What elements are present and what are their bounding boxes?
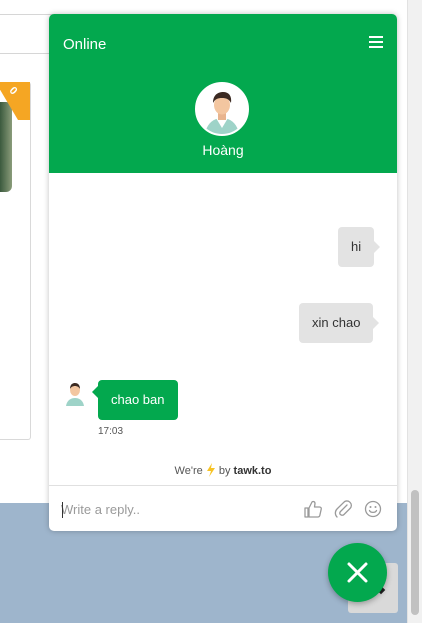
agent-avatar-small [63, 380, 87, 406]
page-scrollbar[interactable] [407, 0, 422, 623]
powered-by-mid: by [218, 465, 231, 477]
text-cursor [62, 502, 63, 518]
agent-message: chao ban [92, 380, 178, 420]
chat-toggle-button[interactable] [328, 543, 387, 602]
smiley-icon[interactable] [363, 499, 383, 519]
agent-name: Hoàng [202, 142, 244, 158]
thumbs-up-icon[interactable] [303, 499, 323, 519]
chat-status: Online [63, 36, 107, 53]
user-message: xin chao [299, 303, 380, 343]
chat-widget: Online Hoàng hi xin chao chao ban 17:03 [49, 14, 397, 531]
powered-by-brand[interactable]: tawk.to [234, 465, 272, 477]
paperclip-icon[interactable] [333, 499, 353, 519]
close-icon [347, 562, 368, 583]
user-message: hi [338, 227, 381, 267]
reply-input[interactable] [61, 499, 291, 519]
message-list[interactable]: hi xin chao chao ban 17:03 [49, 173, 397, 441]
agent-avatar [195, 82, 249, 136]
powered-by[interactable]: We're by tawk.to [49, 463, 397, 477]
hamburger-icon[interactable] [369, 36, 383, 48]
powered-by-prefix: We're [174, 465, 203, 477]
background-product-image [0, 102, 12, 192]
lightning-icon [206, 463, 215, 477]
message-timestamp: 17:03 [98, 426, 124, 437]
scrollbar-thumb[interactable] [411, 490, 419, 615]
message-composer [49, 485, 397, 531]
chat-header: Online Hoàng [49, 14, 397, 173]
